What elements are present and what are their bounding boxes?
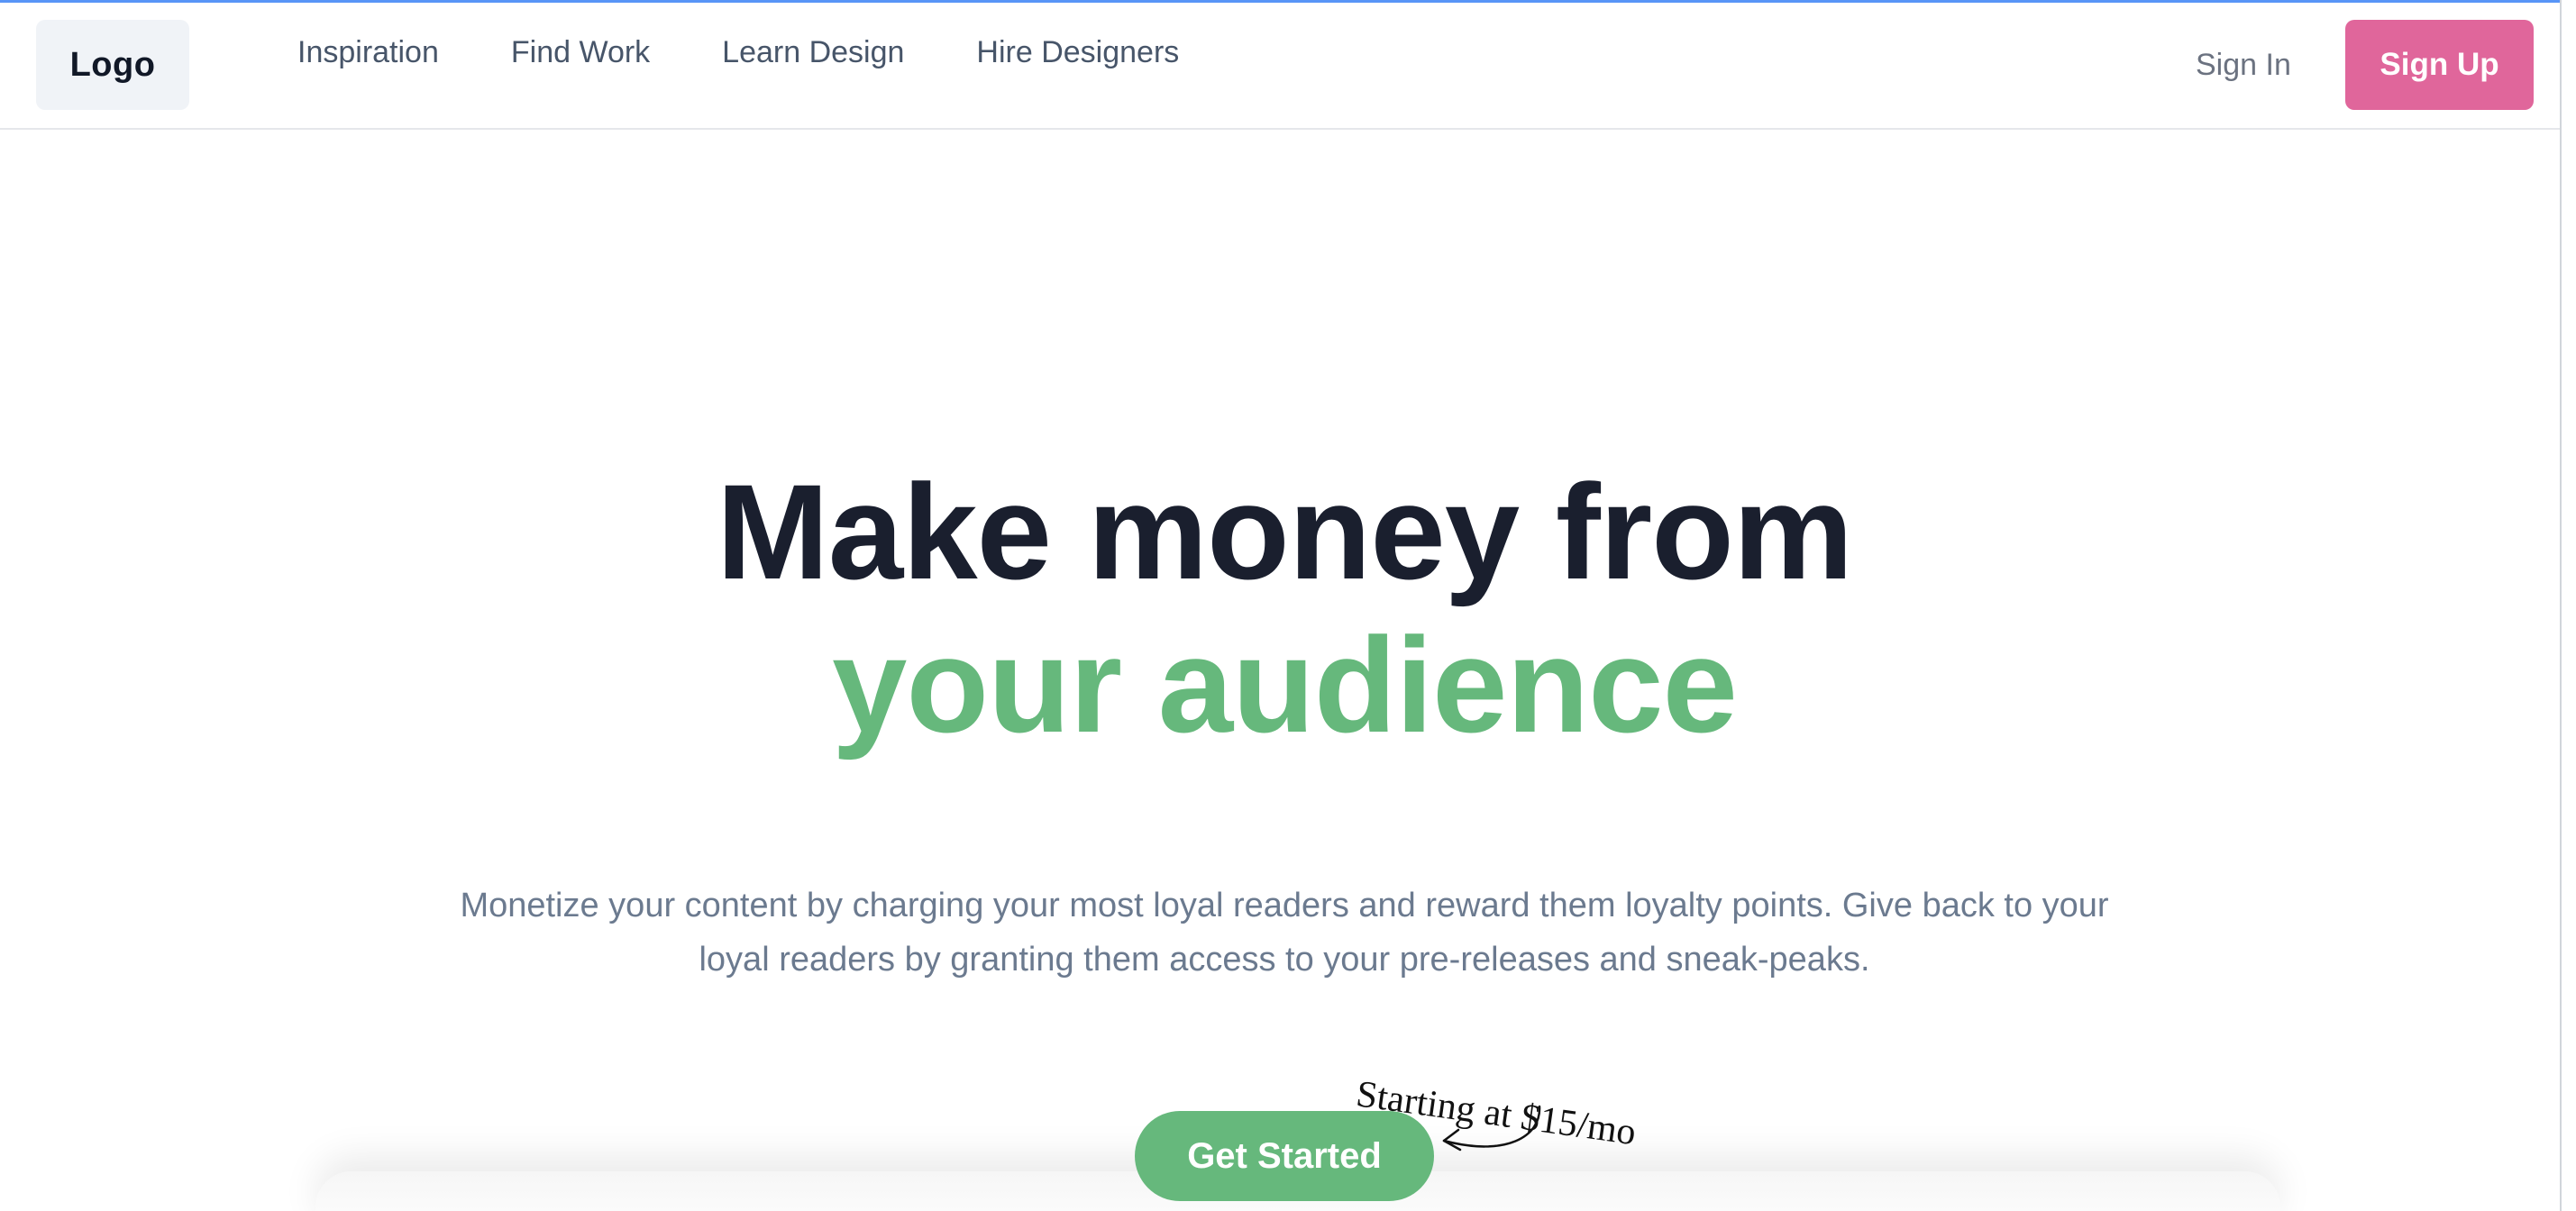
- hero-subtitle: Monetize your content by charging your m…: [460, 887, 2109, 979]
- nav-link-inspiration[interactable]: Inspiration: [297, 35, 439, 70]
- logo[interactable]: Logo: [36, 20, 189, 110]
- nav-link-hire-designers[interactable]: Hire Designers: [976, 35, 1179, 70]
- sign-up-button[interactable]: Sign Up: [2345, 20, 2534, 110]
- sign-in-link[interactable]: Sign In: [2196, 48, 2291, 83]
- get-started-button[interactable]: Get Started: [1135, 1111, 1434, 1201]
- landing-page: Logo Inspiration Find Work Learn Design …: [0, 0, 2569, 1211]
- curved-arrow-icon: [1442, 1105, 1541, 1152]
- nav-link-find-work[interactable]: Find Work: [511, 35, 650, 70]
- hero-title-line2: your audience: [832, 609, 1738, 760]
- navbar: Logo Inspiration Find Work Learn Design …: [0, 3, 2569, 130]
- nav-link-learn-design[interactable]: Learn Design: [722, 35, 904, 70]
- nav-links: Inspiration Find Work Learn Design Hire …: [297, 30, 1179, 75]
- scrollbar-edge: [2560, 0, 2569, 1211]
- hero-title-line1: Make money from: [716, 456, 1853, 607]
